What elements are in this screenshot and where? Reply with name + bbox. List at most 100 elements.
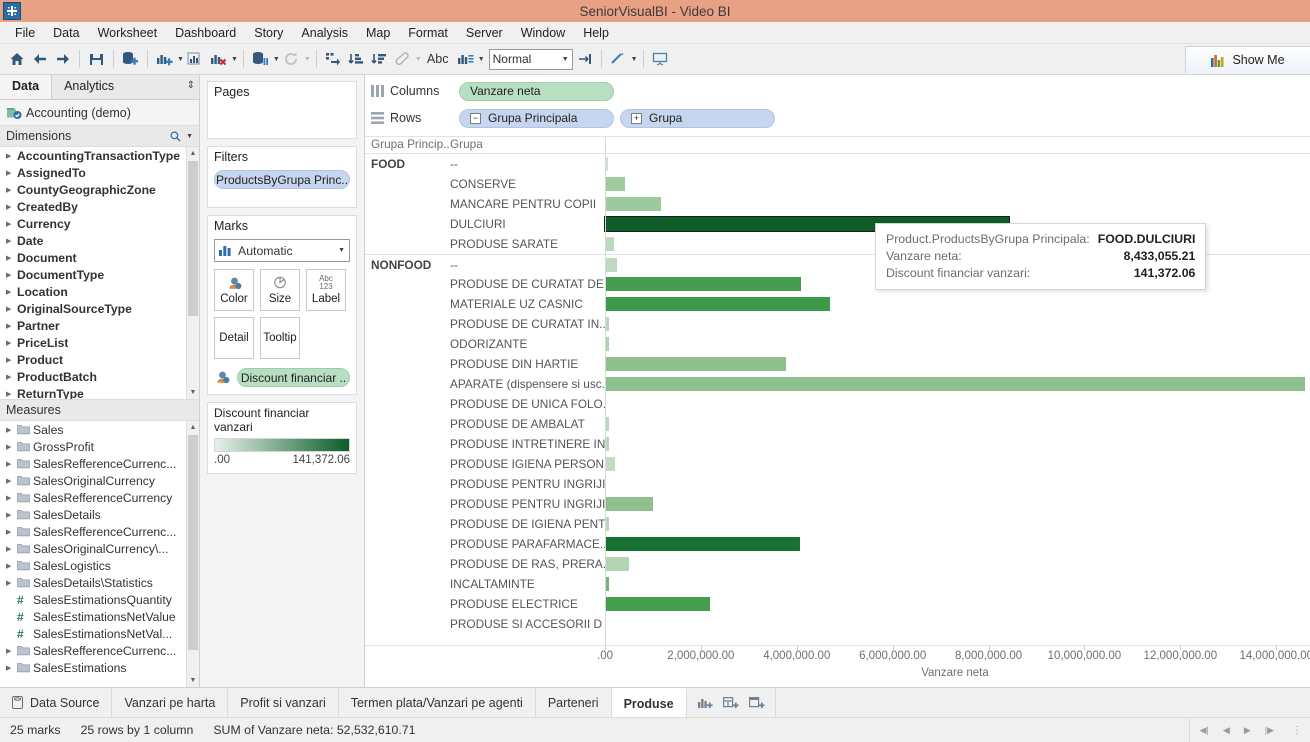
expand-triangle-icon[interactable]: ▶ <box>6 237 17 245</box>
dimension-item[interactable]: ▶ ProductBatch <box>0 368 199 385</box>
expand-triangle-icon[interactable]: ▶ <box>6 373 17 381</box>
sheet-tab-termen-plata[interactable]: Termen plata/Vanzari pe agenti <box>339 688 536 717</box>
marks-color-pill[interactable]: Discount financiar .. <box>237 368 350 387</box>
chevron-down-icon[interactable]: ▼ <box>186 133 193 140</box>
grip-icon[interactable]: ⋮ <box>1284 725 1310 736</box>
measure-item[interactable]: # SalesEstimationsQuantity <box>0 591 199 608</box>
measure-item[interactable]: ▶ GrossProfit <box>0 438 199 455</box>
table-row[interactable]: PRODUSE PENTRU INGRIJI.. <box>365 474 1310 494</box>
dimension-item[interactable]: ▶ AccountingTransactionType <box>0 147 199 164</box>
dimension-item[interactable]: ▶ Partner <box>0 317 199 334</box>
measure-item[interactable]: ▶ SalesRefferenceCurrenc... <box>0 523 199 540</box>
visualization-area[interactable]: Grupa Princip.. Grupa FOOD -- CONSERVE MANC… <box>365 136 1310 645</box>
menu-item-help[interactable]: Help <box>574 24 618 42</box>
dimension-item[interactable]: ▶ DocumentType <box>0 266 199 283</box>
fix-axes-icon[interactable] <box>573 48 596 71</box>
measure-item[interactable]: ▶ SalesOriginalCurrency\... <box>0 540 199 557</box>
next-page-icon[interactable]: ▶ <box>1244 725 1251 736</box>
table-row[interactable]: ODORIZANTE <box>365 334 1310 354</box>
bar-cell[interactable] <box>605 334 1310 354</box>
bar-cell[interactable] <box>605 574 1310 594</box>
measure-item[interactable]: ▶ SalesDetails\Statistics <box>0 574 199 591</box>
menu-item-map[interactable]: Map <box>357 24 399 42</box>
bar-cell[interactable] <box>605 594 1310 614</box>
measures-scrollbar[interactable]: ▲ ▼ <box>186 421 199 687</box>
bar-mark[interactable] <box>605 557 629 571</box>
dimension-item[interactable]: ▶ CreatedBy <box>0 198 199 215</box>
menu-item-analysis[interactable]: Analysis <box>292 24 357 42</box>
dimension-item[interactable]: ▶ AssignedTo <box>0 164 199 181</box>
show-me-button[interactable]: Show Me <box>1185 46 1310 73</box>
bar-mark[interactable] <box>605 177 626 191</box>
table-row[interactable]: PRODUSE IGIENA PERSON.. <box>365 454 1310 474</box>
new-worksheet-icon[interactable] <box>153 48 176 71</box>
dimension-item[interactable]: ▶ CountyGeographicZone <box>0 181 199 198</box>
bar-mark[interactable] <box>605 277 801 291</box>
chevron-down-icon[interactable]: ▼ <box>273 56 280 63</box>
expand-triangle-icon[interactable]: ▶ <box>6 664 17 672</box>
marks-size-button[interactable]: Size <box>260 269 300 311</box>
fit-dropdown[interactable]: Normal ▼ <box>488 48 573 70</box>
table-row[interactable]: PRODUSE DE RAS, PRERA.. <box>365 554 1310 574</box>
new-data-source-icon[interactable] <box>119 48 142 71</box>
axis-title[interactable]: Vanzare neta <box>921 667 989 679</box>
marks-label-button[interactable]: Abc 123 Label <box>306 269 346 311</box>
mark-type-dropdown[interactable]: Automatic ▼ <box>214 239 350 262</box>
expand-triangle-icon[interactable]: ▶ <box>6 152 17 160</box>
expand-triangle-icon[interactable]: ▶ <box>6 443 17 451</box>
tab-data-source[interactable]: Data Source <box>0 688 113 717</box>
scroll-down-icon[interactable]: ▼ <box>187 674 199 687</box>
show-hide-cards-icon[interactable] <box>607 48 630 71</box>
measure-item[interactable]: ▶ Sales <box>0 421 199 438</box>
presentation-mode-icon[interactable] <box>649 48 672 71</box>
measure-item[interactable]: ▶ SalesRefferenceCurrenc... <box>0 455 199 472</box>
chevron-down-icon[interactable]: ▼ <box>631 56 638 63</box>
abc-format-button[interactable]: Abc <box>422 48 454 71</box>
pause-updates-icon[interactable] <box>249 48 272 71</box>
expand-toggle-icon[interactable]: + <box>631 112 642 124</box>
rows-pill-grupa-principala[interactable]: − Grupa Principala <box>459 108 614 128</box>
bar-mark[interactable] <box>605 257 617 272</box>
scroll-down-icon[interactable]: ▼ <box>187 386 199 399</box>
pane-resize-icon[interactable]: ⇕ <box>187 80 195 91</box>
rows-shelf[interactable]: Rows − Grupa Principala + Grupa <box>371 106 1304 130</box>
menu-item-worksheet[interactable]: Worksheet <box>89 24 167 42</box>
bar-cell[interactable] <box>605 514 1310 534</box>
dimensions-list[interactable]: ▲ ▼ ▶ AccountingTransactionType ▶ Assigned… <box>0 147 199 399</box>
expand-triangle-icon[interactable]: ▶ <box>6 528 17 536</box>
sort-ascending-icon[interactable] <box>345 48 368 71</box>
scrollbar-thumb[interactable] <box>188 161 198 316</box>
sort-descending-icon[interactable] <box>368 48 391 71</box>
measure-item[interactable]: ▶ SalesDetails <box>0 506 199 523</box>
last-page-icon[interactable]: |▶ <box>1265 725 1274 736</box>
bar-cell[interactable] <box>605 434 1310 454</box>
expand-triangle-icon[interactable]: ▶ <box>6 477 17 485</box>
rows-pill-grupa[interactable]: + Grupa <box>620 108 775 128</box>
datasource-row[interactable]: Accounting (demo) <box>0 100 199 125</box>
sheet-tab-profit-si-vanzari[interactable]: Profit si vanzari <box>228 688 339 717</box>
measure-item[interactable]: ▶ SalesLogistics <box>0 557 199 574</box>
table-row[interactable]: PRODUSE INTRETINERE IN.. <box>365 434 1310 454</box>
swap-rows-columns-icon[interactable] <box>322 48 345 71</box>
marks-color-button[interactable]: Color <box>214 269 254 311</box>
x-axis[interactable]: .00 2,000,000.00 4,000,000.00 6,000,000.00 8… <box>365 645 1310 687</box>
save-icon[interactable] <box>85 48 108 71</box>
bar-mark[interactable] <box>605 377 1305 391</box>
chevron-down-icon[interactable]: ▼ <box>177 56 184 63</box>
columns-shelf[interactable]: Columns Vanzare neta <box>371 79 1304 103</box>
bar-cell[interactable] <box>605 494 1310 514</box>
table-row[interactable]: PRODUSE DE CURATAT IN.. <box>365 314 1310 334</box>
bar-cell[interactable] <box>605 394 1310 414</box>
scrollbar-thumb[interactable] <box>188 435 198 650</box>
table-row[interactable]: CONSERVE <box>365 174 1310 194</box>
menu-item-dashboard[interactable]: Dashboard <box>166 24 245 42</box>
table-row[interactable]: PRODUSE DIN HARTIE <box>365 354 1310 374</box>
bar-cell[interactable] <box>605 534 1310 554</box>
expand-triangle-icon[interactable]: ▶ <box>6 186 17 194</box>
expand-triangle-icon[interactable]: ▶ <box>6 288 17 296</box>
measure-item[interactable]: ▶ SalesRefferenceCurrenc... <box>0 642 199 659</box>
bar-mark[interactable] <box>605 197 661 211</box>
dimension-item[interactable]: ▶ ReturnType <box>0 385 199 400</box>
dimensions-scrollbar[interactable]: ▲ ▼ <box>186 147 199 399</box>
menu-item-data[interactable]: Data <box>44 24 88 42</box>
